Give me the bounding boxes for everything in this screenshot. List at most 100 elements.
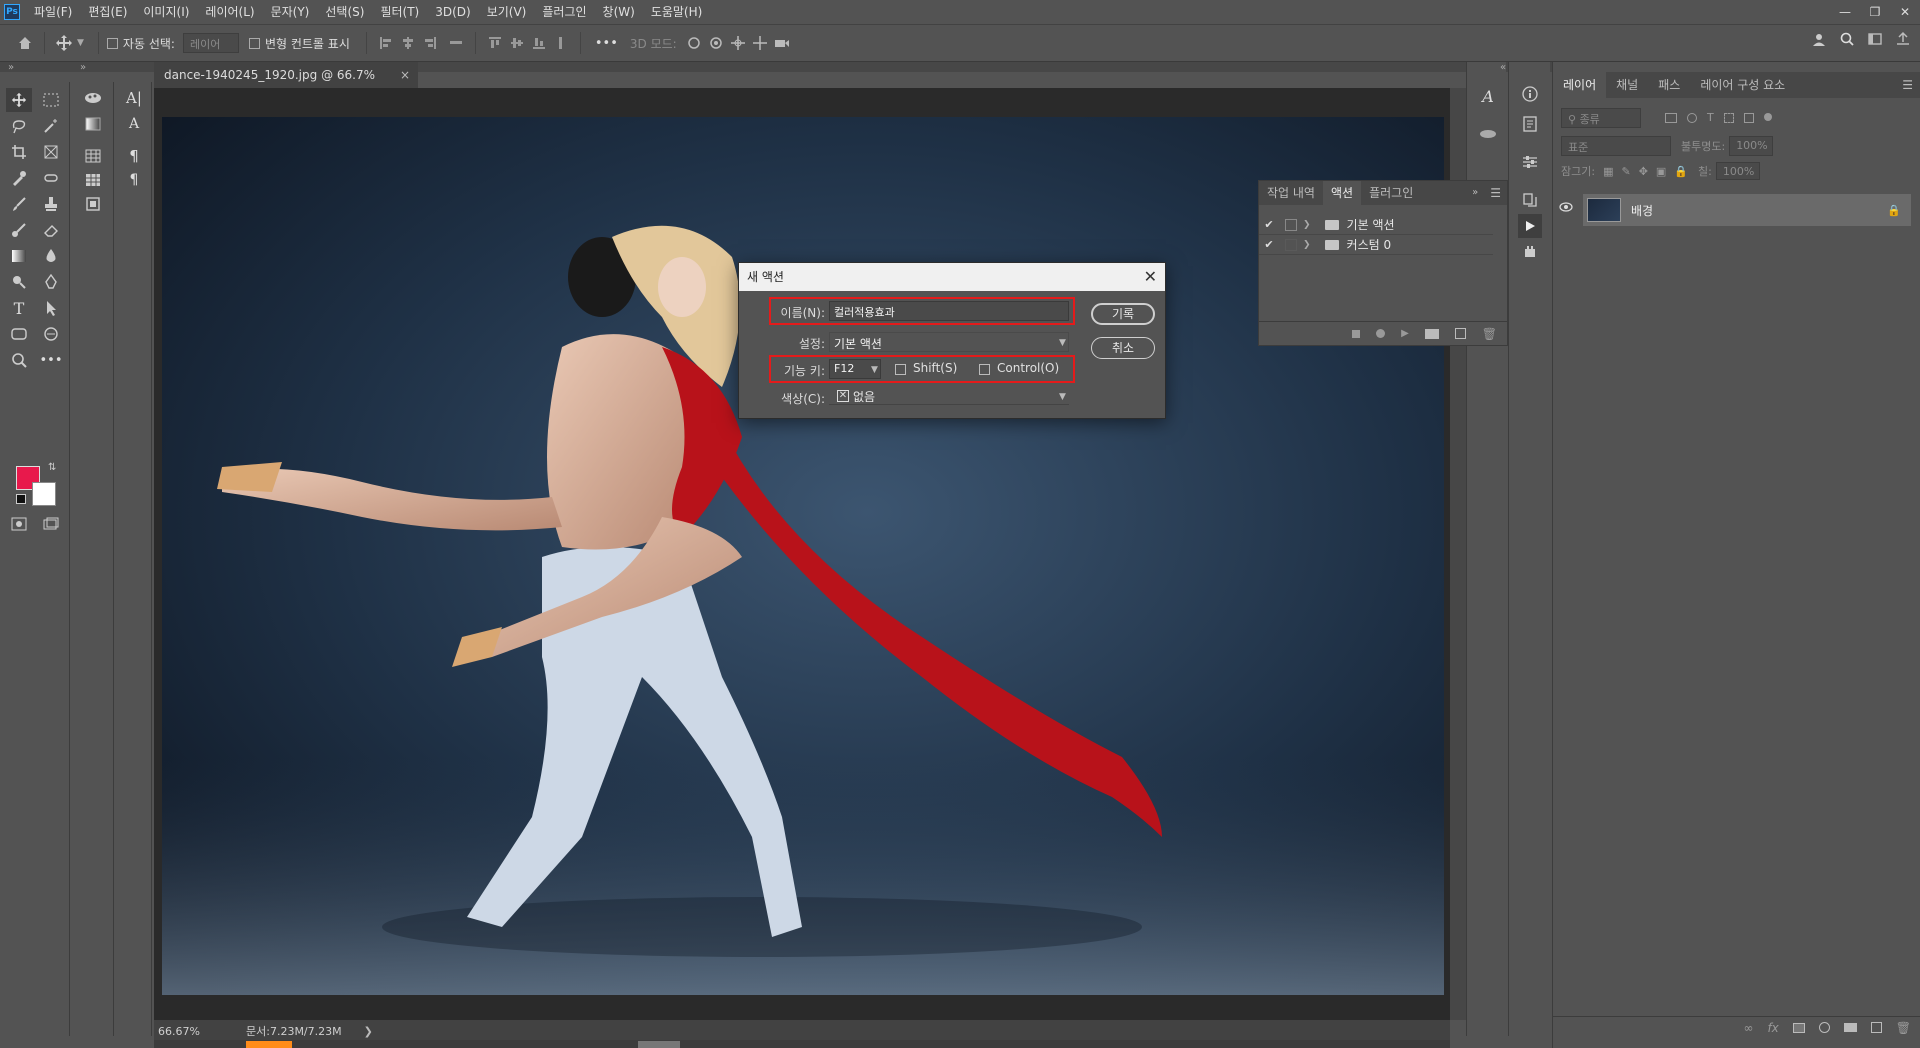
align-bottom-icon[interactable] — [528, 32, 550, 54]
close-icon[interactable]: ✕ — [1144, 263, 1157, 291]
align-middle-icon[interactable] — [506, 32, 528, 54]
path-selection-tool-icon[interactable] — [38, 296, 64, 320]
screen-mode-icon[interactable] — [38, 512, 64, 536]
layer-row[interactable]: 배경 🔒 — [1583, 194, 1911, 226]
history-brush-tool-icon[interactable] — [6, 218, 32, 242]
layer-kind-filter[interactable]: ⚲ 종류 — [1561, 108, 1641, 128]
new-adjustment-icon[interactable] — [1818, 1022, 1830, 1033]
paragraph-styles-icon[interactable]: ¶ — [121, 168, 147, 192]
brush-preset-icon[interactable] — [1476, 122, 1500, 146]
pen-tool-icon[interactable] — [38, 270, 64, 294]
filter-adjustment-icon[interactable] — [1687, 113, 1697, 123]
clone-stamp-tool-icon[interactable] — [38, 192, 64, 216]
swatches-grid-icon[interactable] — [80, 168, 106, 192]
properties-icon[interactable] — [1518, 112, 1542, 136]
actions-play-icon[interactable] — [1518, 214, 1542, 238]
3d-camera-icon[interactable] — [771, 32, 793, 54]
frame-tool-icon[interactable] — [38, 140, 64, 164]
dialog-toggle-icon[interactable] — [1285, 218, 1297, 231]
zoom-tool-icon[interactable] — [6, 348, 32, 372]
scroll-thumb[interactable] — [638, 1041, 680, 1048]
close-window-icon[interactable]: ✕ — [1890, 0, 1920, 24]
expand-tools-icon[interactable]: » — [80, 62, 86, 73]
menu-type[interactable]: 문자(Y) — [263, 0, 318, 24]
swap-colors-icon[interactable]: ⇅ — [48, 462, 56, 473]
3d-roll-icon[interactable] — [705, 32, 727, 54]
new-group-icon[interactable] — [1843, 1023, 1857, 1032]
close-tab-icon[interactable]: × — [400, 62, 410, 88]
paragraph-panel-icon[interactable]: ¶ — [121, 144, 147, 168]
auto-select-dropdown[interactable]: 레이어 — [182, 33, 239, 53]
filter-type-icon[interactable]: T — [1707, 112, 1714, 123]
3d-orbit-icon[interactable] — [683, 32, 705, 54]
minimize-icon[interactable]: — — [1830, 0, 1860, 24]
collapse-panels-icon[interactable]: « — [1500, 62, 1506, 73]
blur-tool-icon[interactable] — [38, 244, 64, 268]
menu-3d[interactable]: 3D(D) — [427, 0, 478, 24]
eyedropper-tool-icon[interactable] — [6, 166, 32, 190]
type-tool-icon[interactable]: T — [6, 296, 32, 320]
collapse-icon[interactable]: » — [1466, 181, 1484, 205]
align-left-icon[interactable] — [375, 32, 397, 54]
record-icon[interactable] — [1376, 329, 1386, 338]
tab-channels[interactable]: 채널 — [1606, 72, 1648, 98]
menu-window[interactable]: 창(W) — [595, 0, 643, 24]
history-icon[interactable] — [1518, 188, 1542, 212]
spot-healing-tool-icon[interactable] — [38, 166, 64, 190]
blend-mode-dropdown[interactable]: 표준 — [1561, 136, 1671, 156]
patterns-icon[interactable] — [80, 192, 106, 216]
set-dropdown[interactable]: 기본 액션 — [829, 332, 1069, 352]
status-arrow-icon[interactable]: ❯ — [364, 1025, 373, 1038]
lock-position-icon[interactable]: ✥ — [1639, 165, 1648, 178]
3d-materials-icon[interactable] — [80, 86, 106, 110]
action-toggle-icon[interactable]: ✔ — [1259, 218, 1279, 231]
action-set-row[interactable]: ✔ ❯ 기본 액션 — [1259, 215, 1493, 235]
add-mask-icon[interactable] — [1792, 1022, 1805, 1033]
chevron-down-icon[interactable]: ▼ — [77, 38, 84, 48]
name-input[interactable]: 컬러적용효과 — [829, 301, 1069, 321]
brush-tool-icon[interactable] — [6, 192, 32, 216]
tab-paths[interactable]: 패스 — [1648, 72, 1690, 98]
quick-mask-icon[interactable] — [6, 512, 32, 536]
new-layer-icon[interactable] — [1870, 1022, 1882, 1033]
edit-toolbar-icon[interactable]: ••• — [38, 348, 64, 372]
color-value[interactable]: 없음 — [853, 388, 875, 405]
tab-plugins[interactable]: 플러그인 — [1361, 181, 1421, 205]
dodge-tool-icon[interactable] — [6, 270, 32, 294]
character-styles-icon[interactable]: A — [121, 112, 147, 136]
layer-lock-icon[interactable]: 🔒 — [1887, 204, 1901, 217]
visibility-eye-icon[interactable] — [1559, 202, 1573, 212]
stop-icon[interactable] — [1352, 329, 1361, 338]
align-top-icon[interactable] — [484, 32, 506, 54]
opacity-input[interactable]: 100% — [1729, 136, 1774, 156]
upload-icon[interactable] — [1892, 28, 1914, 50]
tab-layers[interactable]: 레이어 — [1553, 72, 1607, 98]
chevron-down-icon[interactable]: ▼ — [871, 365, 878, 375]
auto-select-checkbox[interactable] — [106, 37, 118, 49]
menu-filter[interactable]: 필터(T) — [372, 0, 427, 24]
shift-checkbox[interactable] — [895, 364, 906, 375]
adjustments-icon[interactable] — [1518, 150, 1542, 174]
search-icon[interactable] — [1836, 28, 1858, 50]
3d-object-tool-icon[interactable] — [38, 322, 64, 346]
lock-pixels-icon[interactable]: ✎ — [1621, 165, 1630, 178]
delete-layer-icon[interactable]: 🗑 — [1896, 1021, 1911, 1035]
lasso-tool-icon[interactable] — [6, 114, 32, 138]
document-tab[interactable]: dance-1940245_1920.jpg @ 66.7% (RGB/8#) … — [154, 62, 418, 108]
plugins-icon[interactable] — [1518, 240, 1542, 264]
tab-layer-comps[interactable]: 레이어 구성 요소 — [1690, 72, 1795, 98]
workspace-icon[interactable] — [1864, 28, 1886, 50]
info-icon[interactable] — [1518, 82, 1542, 106]
actions-menu-icon[interactable]: ☰ — [1484, 181, 1507, 205]
panel-menu-icon[interactable]: ☰ — [1894, 72, 1920, 98]
table-grid-icon[interactable] — [80, 144, 106, 168]
lock-artboard-icon[interactable]: ▣ — [1656, 165, 1666, 178]
lock-all-icon[interactable]: 🔒 — [1674, 165, 1688, 178]
filter-toggle-icon[interactable] — [1763, 113, 1772, 121]
menu-image[interactable]: 이미지(I) — [135, 0, 197, 24]
menu-view[interactable]: 보기(V) — [479, 0, 535, 24]
expand-toolbar-icon[interactable]: » — [8, 62, 14, 73]
dialog-toggle-icon[interactable] — [1285, 238, 1297, 251]
default-colors-icon[interactable] — [16, 494, 26, 504]
3d-slide-icon[interactable] — [749, 32, 771, 54]
